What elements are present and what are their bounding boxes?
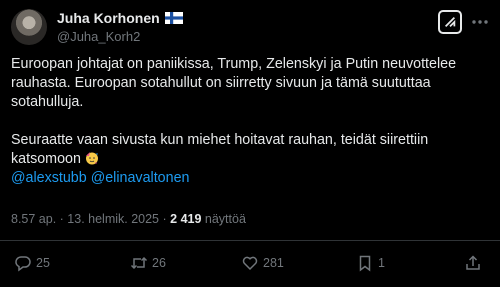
bookmark-count: 1: [378, 256, 385, 270]
mention-elinavaltonen[interactable]: @elinavaltonen: [91, 170, 190, 186]
reply-count: 25: [36, 256, 50, 270]
more-options-icon[interactable]: [470, 14, 490, 30]
divider: [0, 240, 500, 241]
retweet-button[interactable]: 26: [130, 254, 166, 272]
tweet-paragraph-1: Euroopan johtajat on paniikissa, Trump, …: [11, 56, 457, 110]
partying-face-emoji-icon: [85, 152, 98, 165]
reply-button[interactable]: 25: [14, 254, 50, 272]
retweet-count: 26: [152, 256, 166, 270]
like-count: 281: [263, 256, 284, 270]
display-name[interactable]: Juha Korhonen: [57, 10, 160, 26]
bookmark-button[interactable]: 1: [356, 254, 385, 272]
share-button[interactable]: [464, 254, 482, 272]
finland-flag-icon: [164, 12, 183, 24]
like-button[interactable]: 281: [241, 254, 284, 272]
user-handle[interactable]: @Juha_Korh2: [57, 29, 140, 44]
action-bar: 25 26 281 1: [0, 251, 500, 275]
tweet-paragraph-2-text: Seuraatte vaan sivusta kun miehet hoitav…: [11, 132, 429, 167]
heart-icon: [242, 256, 258, 271]
avatar[interactable]: [11, 9, 47, 45]
timestamp[interactable]: 8.57 ap. · 13. helmik. 2025 ·: [11, 212, 167, 226]
view-label: näyttöä: [204, 212, 246, 226]
reply-icon: [15, 256, 31, 272]
tweet-paragraph-2: Seuraatte vaan sivusta kun miehet hoitav…: [11, 131, 481, 188]
mention-alexstubb[interactable]: @alexstubb: [11, 170, 87, 186]
share-icon: [466, 255, 480, 270]
view-count: 2 419: [170, 212, 202, 226]
tweet-meta: 8.57 ap. · 13. helmik. 2025 · 2 419 näyt…: [11, 212, 246, 226]
tweet-text: Euroopan johtajat on paniikissa, Trump, …: [11, 55, 481, 188]
author-name-row: Juha Korhonen: [57, 10, 183, 26]
bookmark-icon: [359, 255, 371, 272]
retweet-icon: [130, 256, 148, 270]
grok-icon[interactable]: [438, 10, 462, 34]
